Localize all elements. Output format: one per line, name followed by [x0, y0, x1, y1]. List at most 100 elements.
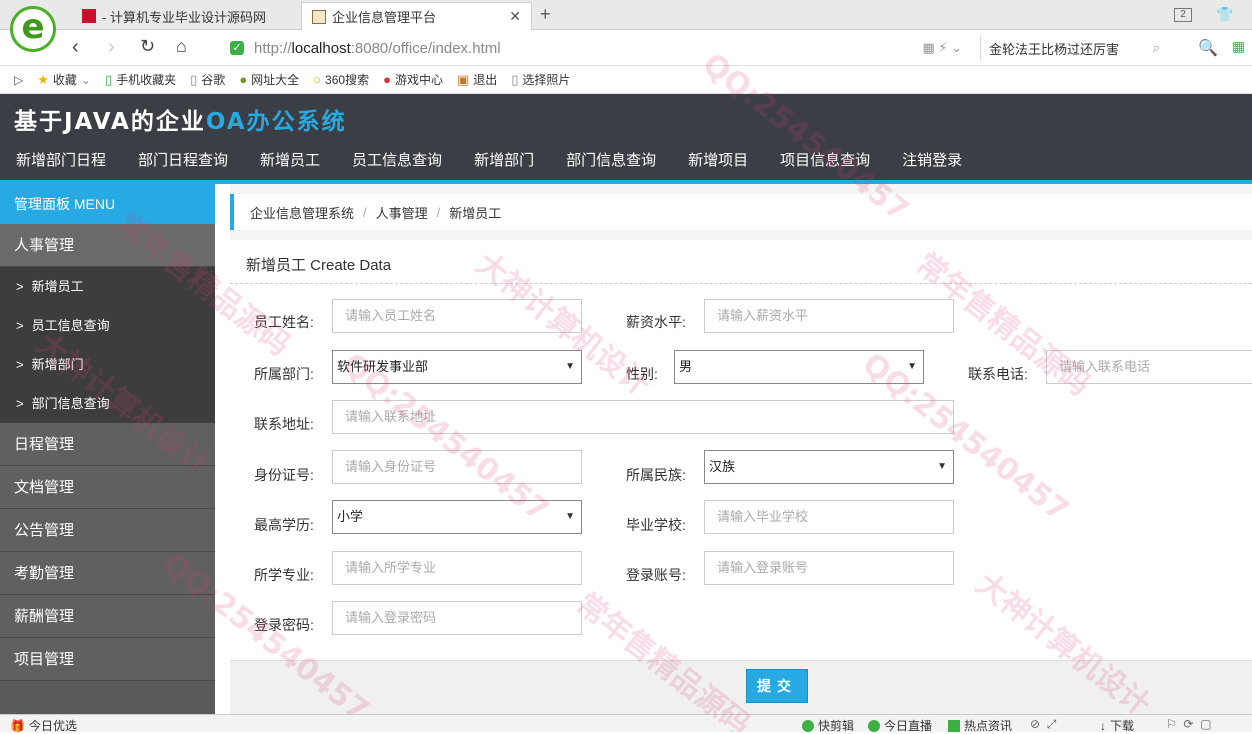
- gift-icon: 🎁: [10, 718, 25, 733]
- tab-count-badge[interactable]: 2: [1174, 8, 1192, 22]
- sidebar-group-attendance[interactable]: 考勤管理: [0, 552, 215, 595]
- bookmark-item[interactable]: ● 网址大全: [239, 71, 299, 88]
- sidebar: 管理面板 MENU 人事管理 > 新增员工 > 员工信息查询 > 新增部门 > 部门信息…: [0, 184, 215, 714]
- page-favicon-icon: [312, 9, 326, 24]
- gender-select[interactable]: 男 ▼: [674, 350, 924, 384]
- password-input[interactable]: 请输入登录密码: [332, 601, 582, 635]
- url-rest: :8080/office/index.html: [350, 39, 501, 57]
- forward-icon[interactable]: ›: [108, 36, 115, 59]
- nav-add-project[interactable]: 新增项目: [672, 150, 764, 172]
- education-select[interactable]: 小学 ▼: [332, 500, 582, 534]
- site-favicon-icon: [82, 9, 96, 23]
- phone-input[interactable]: 请输入联系电话: [1046, 350, 1252, 384]
- idcard-input[interactable]: 请输入身份证号: [332, 450, 582, 484]
- bookmark-item[interactable]: ▣ 退出: [457, 71, 497, 88]
- school-input[interactable]: 请输入毕业学校: [704, 500, 954, 534]
- nav-logout[interactable]: 注销登录: [886, 150, 978, 172]
- sidebar-toggle-icon[interactable]: ▷: [14, 73, 23, 87]
- chevron-right-icon: >: [16, 318, 24, 333]
- status-item[interactable]: 今日直播: [868, 717, 932, 734]
- bookmark-item[interactable]: ▯ 手机收藏夹: [105, 71, 176, 88]
- chevron-right-icon: >: [16, 279, 24, 294]
- divider: [230, 283, 1252, 284]
- nav-employee-query[interactable]: 员工信息查询: [336, 150, 458, 172]
- back-icon[interactable]: ‹: [72, 36, 79, 59]
- browser-tab-1[interactable]: - 计算机专业毕业设计源码网: [72, 2, 300, 30]
- nav-dept-query[interactable]: 部门信息查询: [550, 150, 672, 172]
- dept-value: 软件研发事业部: [337, 359, 429, 374]
- zoom-search-icon[interactable]: 🔍: [1198, 38, 1218, 58]
- bookmark-item[interactable]: ○ 360搜索: [313, 71, 369, 88]
- sidebar-group-notices[interactable]: 公告管理: [0, 509, 215, 552]
- home-icon[interactable]: ⌂: [176, 36, 187, 57]
- tab-title: - 计算机专业毕业设计源码网: [102, 9, 266, 25]
- salary-input[interactable]: 请输入薪资水平: [704, 299, 954, 333]
- nav-dept-schedule-query[interactable]: 部门日程查询: [122, 150, 244, 172]
- today-picks[interactable]: 🎁 今日优选: [10, 717, 77, 734]
- status-item[interactable]: 快剪辑: [802, 717, 854, 734]
- skin-icon[interactable]: 👕: [1216, 6, 1233, 23]
- url-prefix: http://: [254, 39, 292, 57]
- live-icon: [868, 719, 880, 732]
- bookmark-item[interactable]: ▯ 谷歌: [190, 71, 225, 88]
- breadcrumb-root[interactable]: 企业信息管理系统: [250, 203, 354, 222]
- submit-button[interactable]: 提交: [746, 669, 808, 703]
- play-icon: [802, 719, 814, 732]
- status-item[interactable]: 热点资讯: [948, 717, 1012, 734]
- search-text: 金轮法王比杨过还厉害: [989, 41, 1120, 57]
- search-360-icon: ○: [313, 72, 322, 87]
- browser-search-input[interactable]: 金轮法王比杨过还厉害 ⌕: [980, 35, 1170, 61]
- form-panel: 新增员工 Create Data 员工姓名: 请输入员工姓名 薪资水平: 请输入…: [230, 240, 1252, 660]
- nav-add-employee[interactable]: 新增员工: [244, 150, 336, 172]
- chevron-down-icon: ▼: [565, 511, 575, 522]
- exit-icon: ▣: [456, 71, 470, 87]
- major-input[interactable]: 请输入所学专业: [332, 551, 582, 585]
- address-label: 联系地址:: [254, 416, 314, 432]
- reload-icon[interactable]: ↻: [140, 36, 155, 57]
- apps-grid-icon[interactable]: ▦: [1232, 38, 1245, 55]
- bookmark-item[interactable]: ● 游戏中心: [383, 71, 443, 88]
- breadcrumb-section[interactable]: 人事管理: [376, 203, 428, 222]
- browser-tab-bar: - 计算机专业毕业设计源码网 企业信息管理平台 ✕ + 2 👕: [0, 0, 1252, 30]
- name-input[interactable]: 请输入员工姓名: [332, 299, 582, 333]
- close-tab-icon[interactable]: ✕: [509, 8, 521, 25]
- phone-label: 联系电话:: [968, 366, 1028, 382]
- major-label: 所学专业:: [254, 567, 314, 583]
- qr-lightning-icon[interactable]: ▦ ⚡ ⌄: [922, 40, 962, 56]
- address-input[interactable]: 请输入联系地址: [332, 400, 954, 434]
- search-icon[interactable]: ⌕: [1153, 40, 1160, 56]
- ethnic-select[interactable]: 汉族 ▼: [704, 450, 954, 484]
- nav-project-query[interactable]: 项目信息查询: [764, 150, 886, 172]
- sidebar-item-add-dept[interactable]: > 新增部门: [0, 345, 215, 384]
- download-item[interactable]: ↓ 下载: [1100, 717, 1134, 734]
- account-input[interactable]: 请输入登录账号: [704, 551, 954, 585]
- bookmark-item[interactable]: ★ 收藏 ⌄: [37, 71, 91, 88]
- sidebar-group-schedule[interactable]: 日程管理: [0, 423, 215, 466]
- browser-logo-icon[interactable]: e: [10, 6, 56, 52]
- bookmark-item[interactable]: ▯ 选择照片: [511, 71, 570, 88]
- browser-tab-2[interactable]: 企业信息管理平台 ✕: [301, 2, 532, 30]
- sidebar-item-employee-query[interactable]: > 员工信息查询: [0, 306, 215, 345]
- sidebar-group-salary[interactable]: 薪酬管理: [0, 595, 215, 638]
- dept-select[interactable]: 软件研发事业部 ▼: [332, 350, 582, 384]
- sidebar-group-projects[interactable]: 项目管理: [0, 638, 215, 681]
- tab-title: 企业信息管理平台: [332, 10, 437, 25]
- idcard-label: 身份证号:: [254, 467, 314, 483]
- school-label: 毕业学校:: [626, 517, 686, 533]
- sidebar-group-documents[interactable]: 文档管理: [0, 466, 215, 509]
- nav-add-dept[interactable]: 新增部门: [458, 150, 550, 172]
- tray-icons[interactable]: ⚐ ⟳ ▢: [1166, 717, 1212, 731]
- sidebar-group-hr[interactable]: 人事管理: [0, 224, 215, 267]
- sidebar-item-dept-query[interactable]: > 部门信息查询: [0, 384, 215, 423]
- new-tab-icon[interactable]: +: [540, 4, 551, 25]
- globe-icon: ●: [239, 72, 248, 87]
- brand-main-text: 基于JAVA的企业: [14, 109, 206, 135]
- salary-label: 薪资水平:: [626, 314, 686, 330]
- gender-value: 男: [679, 359, 693, 374]
- nav-add-dept-schedule[interactable]: 新增部门日程: [0, 150, 122, 172]
- sidebar-item-add-employee[interactable]: > 新增员工: [0, 267, 215, 306]
- url-field[interactable]: ✓ http://localhost:8080/office/index.htm…: [230, 35, 970, 61]
- misc-status-icons[interactable]: ⊘ ⤢: [1030, 717, 1056, 732]
- page-icon: ▯: [190, 71, 198, 87]
- account-label: 登录账号:: [626, 567, 686, 583]
